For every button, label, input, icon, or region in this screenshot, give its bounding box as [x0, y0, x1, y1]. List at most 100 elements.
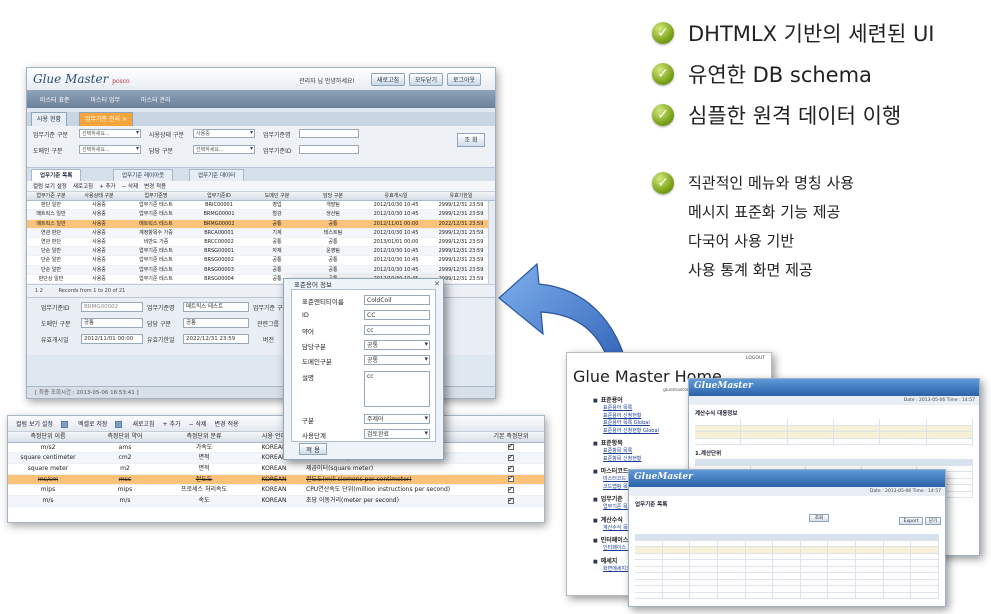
apply-button[interactable]: 적 용 [299, 443, 327, 455]
tab-rule-layout[interactable]: 업무기준 레이아웃 [113, 169, 174, 181]
table-row[interactable]: mips mips 프로세스 처리속도 KOREAN CPU연산속도 단위(millio… [8, 485, 544, 497]
table-row[interactable]: square centimetercm2면적KOREAN제곱센티미터(squar… [8, 453, 544, 465]
nav-link[interactable]: 표준항목 목록 [603, 447, 632, 454]
owner-select[interactable]: 공통 [364, 340, 430, 350]
status-select[interactable]: 사용중 [193, 129, 255, 138]
type-select[interactable]: 주제어 [364, 414, 430, 424]
default-unit-checkbox[interactable] [508, 485, 514, 495]
default-unit-checkbox[interactable] [508, 496, 514, 505]
default-unit-checkbox[interactable] [508, 464, 514, 473]
close-all-button[interactable]: 모두닫기 [409, 73, 443, 86]
refresh-button[interactable]: 새로고침 [115, 419, 155, 428]
owner-field[interactable]: 공통 [183, 317, 249, 328]
excel-save-button[interactable]: 엑셀로 저장 [60, 419, 107, 428]
table-row[interactable]: 매트릭스 일반 사용중 업무기준 테스트 BRMG00001 철강 생산팀 2012/10/… [27, 210, 495, 220]
nav-link[interactable]: 표준항목 신청현황 [603, 455, 641, 462]
default-unit-checkbox[interactable] [508, 443, 514, 452]
table-row[interactable]: 판단 일반 사용중 업무기준 테스트 BRIC00001 영업 개발팀 2012/10/30… [27, 201, 495, 211]
table-cell: 면적 [198, 465, 210, 473]
end-date-field[interactable]: 2022/12/31 23:59 [183, 333, 249, 344]
column-header[interactable]: 담당 구분 [305, 192, 361, 200]
search-button[interactable]: 조 회 [457, 133, 485, 147]
column-header[interactable]: 사용상태 구분 [75, 192, 123, 200]
close-icon[interactable]: × [122, 116, 127, 123]
nav-link[interactable]: 표준용어 신청현황 Global [603, 427, 659, 434]
delete-button[interactable]: − 삭제 [189, 419, 207, 428]
table-row[interactable]: square meter m2 면적 KOREAN 제곱미터(square meter) [8, 464, 544, 475]
tab-usage[interactable]: 사용 현황 [31, 112, 67, 126]
table-row[interactable]: 연관 판단 사용중 계정항목수 가중 BRCA00001 기계 테스트팀 2012/10/3… [27, 228, 495, 238]
domain-select[interactable]: 공통 [364, 355, 430, 365]
add-button[interactable]: + 추가 [163, 419, 181, 428]
refresh-button[interactable]: 새로고침 [371, 73, 405, 86]
table-row[interactable]: 매트릭스 일반 사용중 매트릭스 테스트 BRMG00002 공통 공통 2012/11/0… [27, 219, 495, 229]
tab-rule-list[interactable]: 업무기준 목록 [31, 169, 82, 181]
table-row[interactable]: m/s m/s 속도 KOREAN 초당 이동거리(meter per second) [8, 496, 544, 507]
column-settings-button[interactable]: 컬럼 보기 설정 [16, 419, 53, 428]
apply-changes-button[interactable]: 변경 적용 [215, 419, 239, 428]
column-header[interactable]: 업무기준ID [189, 192, 249, 200]
nav-link[interactable]: 표준용어 목록 Global [603, 419, 650, 426]
stage-select[interactable]: 검토완료 [364, 429, 430, 439]
default-unit-checkbox[interactable] [508, 475, 514, 484]
close-button[interactable]: 닫기 [925, 517, 941, 525]
page-1[interactable]: 1 [35, 288, 38, 294]
scrollbar[interactable] [488, 201, 495, 284]
table-row[interactable]: ms/cm msc 전도도 KOREAN 전도도(mili siemens per ce… [8, 474, 544, 486]
column-header[interactable]: 측정단위 이름 [8, 432, 88, 442]
table-cell [741, 432, 788, 438]
table-cell [478, 464, 544, 474]
search-button[interactable]: 조회 [809, 514, 829, 522]
description-textarea[interactable]: cc [364, 371, 430, 407]
export-button[interactable]: Export [899, 517, 923, 525]
apply-changes-button[interactable]: 변경 적용 [144, 182, 166, 190]
menu-item-master-business[interactable]: 마스터 업무 [91, 95, 121, 104]
close-icon[interactable]: ✕ [434, 280, 440, 288]
table-cell [663, 540, 691, 546]
column-header[interactable]: 업무기준명 [123, 192, 189, 200]
default-unit-checkbox[interactable] [508, 453, 514, 463]
table-row[interactable]: 단순 일반 사용중 업무기준 테스트 BRSG00002 공통 공통 2012/10/30 … [27, 256, 495, 266]
menu-item-master-admin[interactable]: 마스터 관리 [141, 95, 171, 104]
table-row[interactable]: 단순 일반 사용중 업무기준 테스트 BRSG00001 자재 운영팀 2012/10/30… [27, 247, 495, 257]
logout-link[interactable]: LOGOUT [746, 356, 765, 361]
table-cell [478, 475, 544, 485]
table-row[interactable]: 단순 일반 사용중 업무기준 테스트 BRSG00003 공통 공통 2012/10/30 … [27, 265, 495, 275]
column-header[interactable]: 업무기준 구분 [27, 192, 75, 200]
column-header[interactable]: 유효개시일 [361, 192, 431, 200]
table-row[interactable]: 연관 판단 사용중 비만도 가중 BRCC00002 공통 공통 2013/01/01 00… [27, 237, 495, 248]
domain-select[interactable]: 선택하세요... [79, 145, 141, 154]
refresh-grid-button[interactable]: 새로고침 [73, 182, 93, 190]
rule-grid: 업무기준 구분 사용상태 구분 업무기준명 업무기준ID 도메인 구분 담당 구분 유효개시… [27, 192, 495, 284]
abbr-field[interactable]: cc [364, 325, 430, 335]
logout-button[interactable]: 로그아웃 [447, 73, 481, 86]
rule-id-input[interactable] [299, 145, 359, 154]
page-2[interactable]: 2 [40, 288, 43, 294]
column-header[interactable]: 측정단위 분류 [162, 432, 246, 442]
column-header[interactable]: 측정단위 약어 [88, 432, 162, 442]
owner-select[interactable]: 선택하세요... [193, 145, 255, 154]
column-settings-button[interactable]: 컬럼 보기 설정 [33, 182, 67, 190]
table-cell: msc [118, 475, 132, 483]
column-header[interactable]: 유효기한일 [431, 192, 491, 200]
rule-name-field[interactable]: 매트릭스 테스트 [183, 301, 249, 312]
rule-type-select[interactable]: 선택하세요... [79, 129, 141, 138]
add-button[interactable]: + 추가 [99, 182, 115, 190]
start-date-field[interactable]: 2012/11/01 00:00 [81, 333, 143, 344]
entity-name-field[interactable]: ColdCoil [364, 295, 430, 305]
tab-business-rule[interactable]: 업무기준 관리 × [79, 112, 133, 126]
nav-link[interactable]: 표준용어 신청현황 [603, 412, 641, 419]
tab-rule-data[interactable]: 업무기준 데이터 [189, 169, 245, 181]
id-field[interactable]: CC [364, 310, 430, 320]
table-cell: 2999/12/31 23:59 [438, 238, 484, 245]
table-row[interactable]: m/s2 ams 가속도 KOREAN [8, 443, 544, 454]
delete-button[interactable]: − 삭제 [122, 182, 138, 190]
nav-link[interactable]: 표준용어 목록 [603, 404, 632, 411]
column-header[interactable]: 도메인 구분 [249, 192, 305, 200]
column-header[interactable]: 기본 측정단위 [478, 432, 544, 442]
domain-field[interactable]: 공통 [81, 317, 143, 328]
menu-item-master-standard[interactable]: 마스터 표준 [40, 95, 70, 104]
rule-name-input[interactable] [299, 129, 359, 138]
table-cell [746, 586, 774, 592]
rule-id-field[interactable]: BRMG00002 [81, 301, 143, 312]
